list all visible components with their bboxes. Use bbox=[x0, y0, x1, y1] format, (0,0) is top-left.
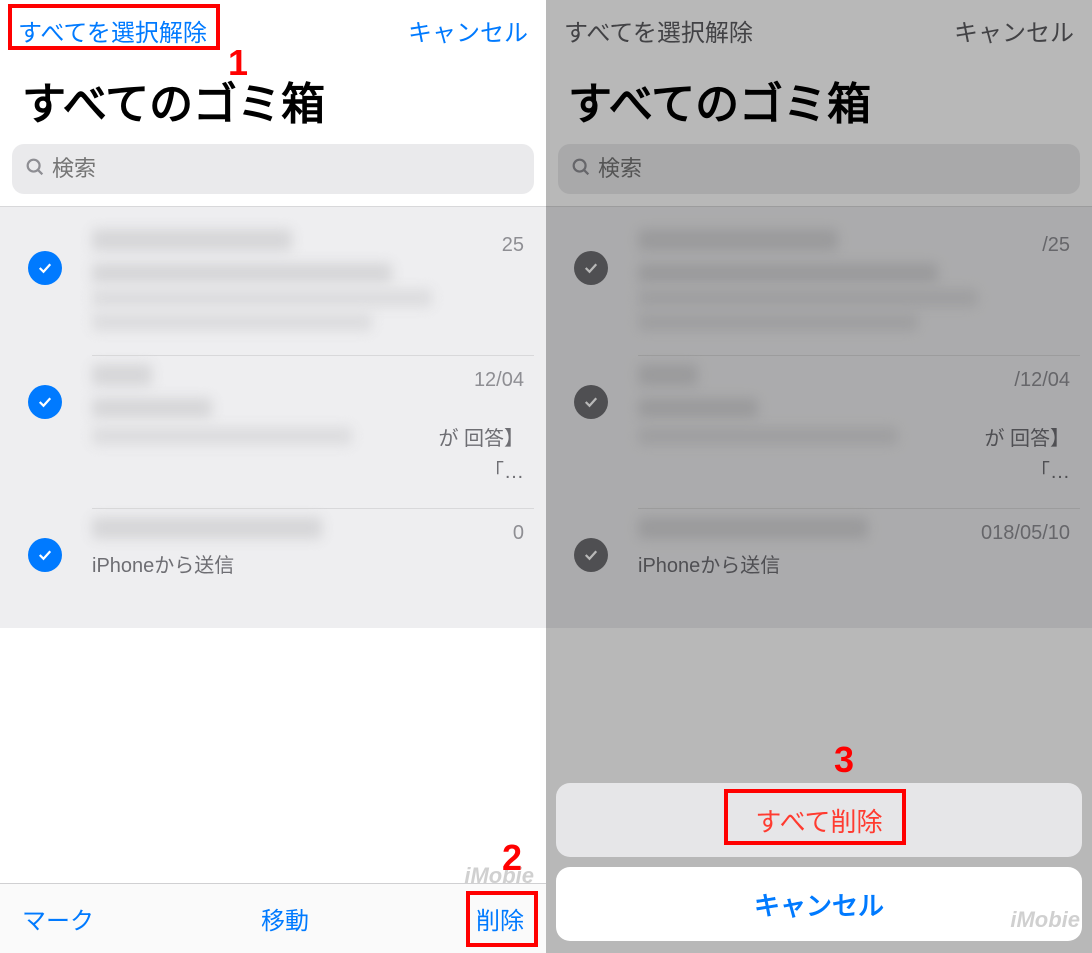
delete-button[interactable]: 削除 bbox=[476, 901, 524, 936]
mail-snippet: 「… bbox=[92, 455, 534, 484]
mail-date: 12/04 bbox=[474, 369, 534, 392]
checkbox-selected-icon[interactable] bbox=[28, 538, 62, 572]
pane-action-sheet: すべてを選択解除 キャンセル すべてのゴミ箱 /25 bbox=[546, 0, 1092, 953]
sheet-cancel-button[interactable]: キャンセル bbox=[556, 867, 1082, 941]
navbar: すべてを選択解除 キャンセル bbox=[0, 0, 546, 58]
move-button[interactable]: 移動 bbox=[261, 901, 309, 936]
search-icon bbox=[24, 156, 46, 183]
page-title: すべてのゴミ箱 bbox=[0, 58, 546, 144]
checkbox-selected-icon[interactable] bbox=[28, 385, 62, 419]
mail-snippet: が 回答】 bbox=[438, 422, 534, 451]
mail-snippet: iPhoneから送信 bbox=[92, 549, 534, 578]
sender-blurred bbox=[92, 229, 292, 251]
body-blurred bbox=[92, 313, 372, 331]
sender-blurred bbox=[92, 364, 152, 386]
search-input[interactable] bbox=[52, 156, 522, 182]
cancel-button[interactable]: キャンセル bbox=[408, 13, 528, 48]
list-item[interactable]: 12/04 が 回答】 「… bbox=[0, 341, 546, 494]
mark-button[interactable]: マーク bbox=[22, 901, 94, 936]
subject-blurred bbox=[92, 263, 392, 283]
sender-blurred bbox=[92, 517, 322, 539]
deselect-all-button[interactable]: すべてを選択解除 bbox=[18, 13, 207, 48]
mail-date: 25 bbox=[502, 234, 534, 257]
action-sheet: すべて削除 キャンセル bbox=[556, 773, 1082, 941]
body-blurred bbox=[92, 427, 352, 445]
list-item[interactable]: 25 bbox=[0, 207, 546, 341]
list-item[interactable]: 0 iPhoneから送信 bbox=[0, 494, 546, 628]
pane-select-all: すべてを選択解除 キャンセル すべてのゴミ箱 25 bbox=[0, 0, 546, 953]
checkbox-selected-icon[interactable] bbox=[28, 251, 62, 285]
annotation-number-2: 2 bbox=[502, 837, 522, 879]
body-blurred bbox=[92, 289, 432, 307]
search-field[interactable] bbox=[12, 144, 534, 194]
mail-date: 0 bbox=[513, 522, 534, 545]
mail-list: 25 12/04 bbox=[0, 206, 546, 628]
subject-blurred bbox=[92, 398, 212, 418]
delete-all-button[interactable]: すべて削除 bbox=[556, 783, 1082, 857]
bottom-toolbar: マーク 移動 削除 bbox=[0, 883, 546, 953]
